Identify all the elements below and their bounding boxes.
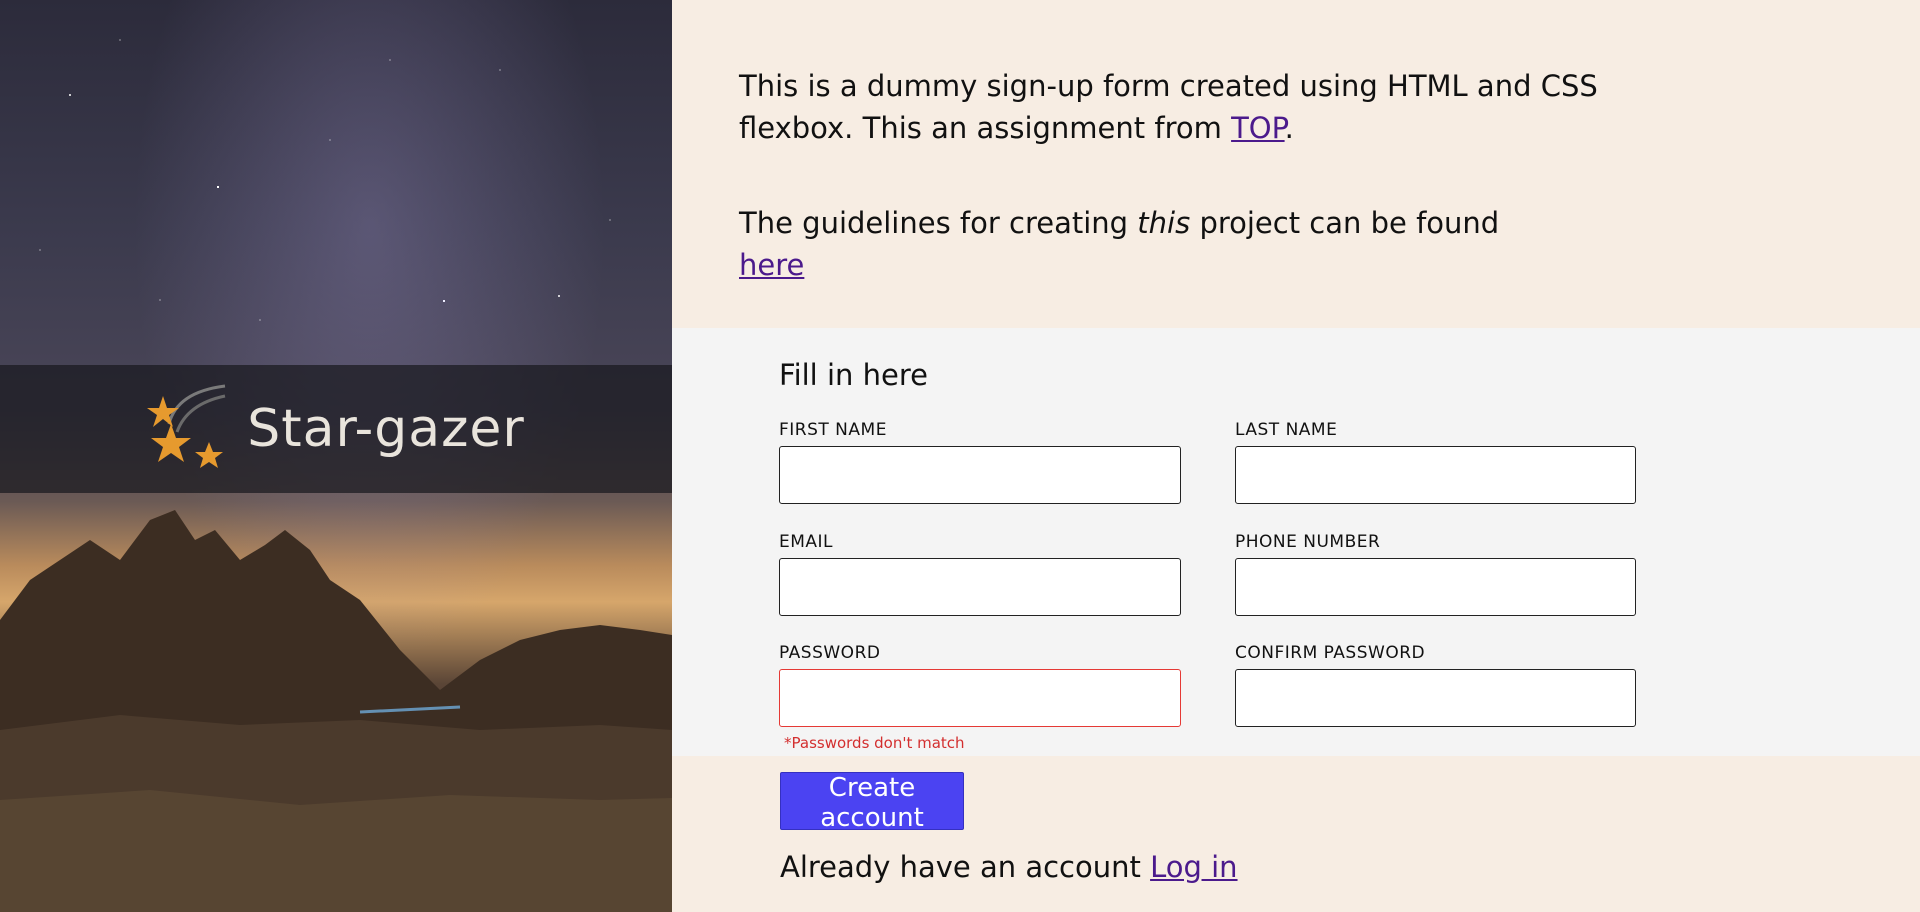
intro-paragraph-2: The guidelines for creating this project… <box>739 202 1639 286</box>
first-name-input[interactable] <box>779 446 1181 504</box>
intro-section: This is a dummy sign-up form created usi… <box>672 0 1920 328</box>
stars-logo-icon <box>147 384 226 468</box>
phone-label: PHONE NUMBER <box>1235 532 1381 552</box>
top-link[interactable]: TOP <box>1231 111 1285 145</box>
guidelines-link[interactable]: here <box>739 248 804 282</box>
confirm-password-group: CONFIRM PASSWORD <box>1235 643 1636 727</box>
password-error-message: *Passwords don't match <box>784 734 965 752</box>
hero-image: Star-gazer <box>0 0 672 912</box>
intro-text-2-before: The guidelines for creating <box>739 206 1129 240</box>
phone-group: PHONE NUMBER <box>1235 532 1636 616</box>
intro-emphasis: this <box>1137 206 1191 240</box>
intro-text-2-after: project can be found <box>1199 206 1500 240</box>
mountain-landscape <box>0 510 672 912</box>
login-prompt: Already have an account Log in <box>780 850 1238 884</box>
password-input[interactable] <box>779 669 1181 727</box>
last-name-group: LAST NAME <box>1235 420 1636 504</box>
login-prompt-text: Already have an account <box>780 850 1141 884</box>
phone-input[interactable] <box>1235 558 1636 616</box>
form-actions: Create account Already have an account L… <box>672 756 1920 912</box>
login-link[interactable]: Log in <box>1150 850 1237 884</box>
signup-form: Fill in here FIRST NAME LAST NAME EMAIL … <box>672 328 1920 756</box>
form-title: Fill in here <box>779 358 928 392</box>
password-label: PASSWORD <box>779 643 881 663</box>
email-group: EMAIL <box>779 532 1181 616</box>
confirm-password-input[interactable] <box>1235 669 1636 727</box>
brand-banner: Star-gazer <box>0 365 672 493</box>
last-name-label: LAST NAME <box>1235 420 1338 440</box>
create-account-button[interactable]: Create account <box>780 772 964 833</box>
first-name-group: FIRST NAME <box>779 420 1181 504</box>
intro-text-1: This is a dummy sign-up form created usi… <box>739 69 1598 145</box>
last-name-input[interactable] <box>1235 446 1636 504</box>
content-panel: This is a dummy sign-up form created usi… <box>672 0 1920 912</box>
intro-period: . <box>1284 111 1294 145</box>
intro-paragraph-1: This is a dummy sign-up form created usi… <box>739 65 1639 149</box>
email-label: EMAIL <box>779 532 834 552</box>
password-group: PASSWORD <box>779 643 1181 727</box>
brand-name: Star-gazer <box>247 399 525 459</box>
page: Star-gazer This is a dummy sign-up form … <box>0 0 1920 912</box>
email-input[interactable] <box>779 558 1181 616</box>
confirm-password-label: CONFIRM PASSWORD <box>1235 643 1426 663</box>
first-name-label: FIRST NAME <box>779 420 887 440</box>
